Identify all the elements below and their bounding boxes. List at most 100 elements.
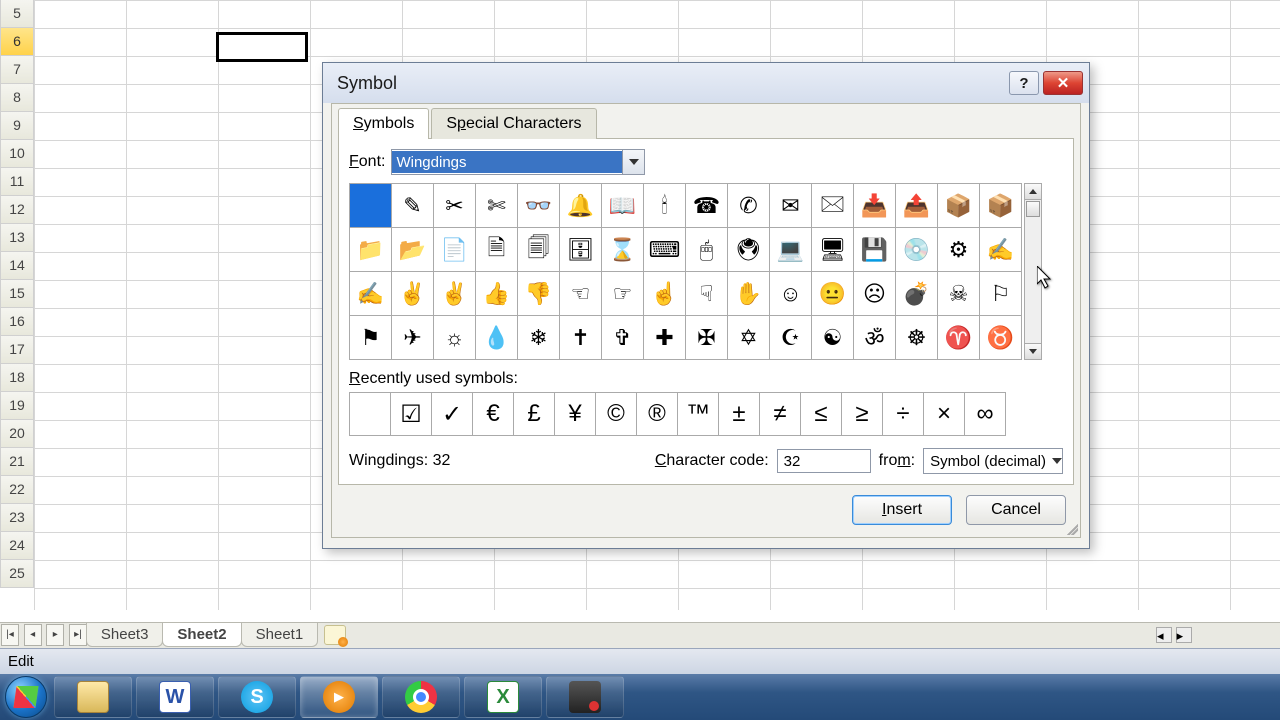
row-header[interactable]: 24 xyxy=(0,532,34,560)
row-header[interactable]: 11 xyxy=(0,168,34,196)
symbol-cell[interactable]: 📄 xyxy=(434,228,476,272)
symbol-cell[interactable]: ✠ xyxy=(686,316,728,360)
next-sheet-btn[interactable]: ▸ xyxy=(46,624,64,646)
symbol-cell[interactable]: ⌨ xyxy=(644,228,686,272)
symbol-cell[interactable]: 🕯 xyxy=(644,184,686,228)
symbol-cell[interactable]: 📥 xyxy=(854,184,896,228)
row-header[interactable]: 21 xyxy=(0,448,34,476)
recent-symbol[interactable]: ® xyxy=(636,392,678,436)
row-header[interactable]: 16 xyxy=(0,308,34,336)
tab-special-characters[interactable]: Special Characters xyxy=(431,108,596,139)
scroll-left-btn[interactable]: ◂ xyxy=(1156,627,1172,643)
h-scrollbar[interactable]: ◂ ▸ xyxy=(1156,627,1276,645)
row-header[interactable]: 12 xyxy=(0,196,34,224)
symbol-cell[interactable]: 🔔 xyxy=(560,184,602,228)
symbol-cell[interactable]: 👓 xyxy=(518,184,560,228)
start-button[interactable] xyxy=(0,674,52,720)
symbol-cell[interactable] xyxy=(350,184,392,228)
symbol-cell[interactable]: ❄ xyxy=(518,316,560,360)
recent-symbol[interactable]: ± xyxy=(718,392,760,436)
symbol-cell[interactable]: 🗐 xyxy=(518,228,560,272)
symbol-cell[interactable]: 😐 xyxy=(812,272,854,316)
recent-symbol[interactable]: ≠ xyxy=(759,392,801,436)
symbol-cell[interactable]: 📖 xyxy=(602,184,644,228)
charcode-input[interactable] xyxy=(777,449,871,473)
symbol-cell[interactable]: ✄ xyxy=(476,184,518,228)
recent-symbol[interactable]: ™ xyxy=(677,392,719,436)
symbol-scrollbar[interactable] xyxy=(1024,183,1042,360)
taskbar-skype[interactable]: S xyxy=(218,676,296,718)
symbol-cell[interactable]: 👎 xyxy=(518,272,560,316)
symbol-cell[interactable]: ☸ xyxy=(896,316,938,360)
symbol-cell[interactable]: 📁 xyxy=(350,228,392,272)
recent-symbol[interactable] xyxy=(349,392,391,436)
dialog-titlebar[interactable]: Symbol ? ✕ xyxy=(323,63,1089,103)
recent-symbol[interactable]: © xyxy=(595,392,637,436)
symbol-cell[interactable]: ✞ xyxy=(602,316,644,360)
row-header[interactable]: 17 xyxy=(0,336,34,364)
symbol-cell[interactable]: ☯ xyxy=(812,316,854,360)
symbol-cell[interactable]: 💾 xyxy=(854,228,896,272)
symbol-cell[interactable]: 🖥 xyxy=(812,228,854,272)
recent-symbol[interactable]: × xyxy=(923,392,965,436)
symbol-cell[interactable]: ♈ xyxy=(938,316,980,360)
row-header[interactable]: 14 xyxy=(0,252,34,280)
symbol-cell[interactable]: 💿 xyxy=(896,228,938,272)
symbol-cell[interactable]: 🗎 xyxy=(476,228,518,272)
symbol-cell[interactable]: 👍 xyxy=(476,272,518,316)
resize-grip[interactable] xyxy=(1064,521,1078,535)
sheet-tab[interactable]: Sheet1 xyxy=(241,623,319,647)
row-header[interactable]: 8 xyxy=(0,84,34,112)
symbol-cell[interactable]: ☺ xyxy=(770,272,812,316)
recent-symbol[interactable]: ✓ xyxy=(431,392,473,436)
taskbar-excel[interactable]: X xyxy=(464,676,542,718)
recent-symbol[interactable]: ≥ xyxy=(841,392,883,436)
symbol-cell[interactable]: ☼ xyxy=(434,316,476,360)
symbol-cell[interactable]: ✆ xyxy=(728,184,770,228)
symbol-cell[interactable]: 📂 xyxy=(392,228,434,272)
symbol-cell[interactable]: ✌ xyxy=(392,272,434,316)
font-dropdown-btn[interactable] xyxy=(622,150,644,174)
sheet-tab[interactable]: Sheet3 xyxy=(86,623,164,647)
row-header[interactable]: 5 xyxy=(0,0,34,28)
taskbar-media[interactable]: ▶ xyxy=(300,676,378,718)
row-header[interactable]: 25 xyxy=(0,560,34,588)
first-sheet-btn[interactable]: |◂ xyxy=(1,624,19,646)
new-sheet-btn[interactable] xyxy=(324,625,346,645)
symbol-cell[interactable]: ✝ xyxy=(560,316,602,360)
symbol-cell[interactable]: ✉ xyxy=(770,184,812,228)
symbol-cell[interactable]: ✎ xyxy=(392,184,434,228)
symbol-cell[interactable]: ✡ xyxy=(728,316,770,360)
symbol-cell[interactable]: ☞ xyxy=(602,272,644,316)
symbol-cell[interactable]: ✚ xyxy=(644,316,686,360)
symbol-cell[interactable]: ✌ xyxy=(434,272,476,316)
recent-symbol[interactable]: ≤ xyxy=(800,392,842,436)
row-header[interactable]: 15 xyxy=(0,280,34,308)
symbol-cell[interactable]: ✍ xyxy=(980,228,1022,272)
prev-sheet-btn[interactable]: ◂ xyxy=(24,624,42,646)
recent-symbol[interactable]: ¥ xyxy=(554,392,596,436)
selected-cell[interactable] xyxy=(216,32,308,62)
symbol-cell[interactable]: ⚑ xyxy=(350,316,392,360)
row-header[interactable]: 6 xyxy=(0,28,34,56)
symbol-cell[interactable]: 🖲 xyxy=(728,228,770,272)
tab-symbols[interactable]: SSymbolsymbols xyxy=(338,108,429,139)
symbol-cell[interactable]: ☎ xyxy=(686,184,728,228)
row-header[interactable]: 19 xyxy=(0,392,34,420)
symbol-cell[interactable]: ☹ xyxy=(854,272,896,316)
symbol-cell[interactable]: 💧 xyxy=(476,316,518,360)
symbol-cell[interactable]: ✍ xyxy=(350,272,392,316)
font-input[interactable] xyxy=(392,151,622,173)
symbol-cell[interactable]: ☪ xyxy=(770,316,812,360)
symbol-cell[interactable]: ☟ xyxy=(686,272,728,316)
symbol-cell[interactable]: 🗄 xyxy=(560,228,602,272)
symbol-cell[interactable]: ✂ xyxy=(434,184,476,228)
recent-symbol[interactable]: ☑ xyxy=(390,392,432,436)
recent-symbol[interactable]: ÷ xyxy=(882,392,924,436)
insert-button[interactable]: Insert xyxy=(852,495,952,525)
row-header[interactable]: 13 xyxy=(0,224,34,252)
from-combo[interactable]: Symbol (decimal) xyxy=(923,448,1063,474)
symbol-cell[interactable]: 📦 xyxy=(980,184,1022,228)
row-header[interactable]: 10 xyxy=(0,140,34,168)
scroll-up-btn[interactable] xyxy=(1025,184,1041,200)
